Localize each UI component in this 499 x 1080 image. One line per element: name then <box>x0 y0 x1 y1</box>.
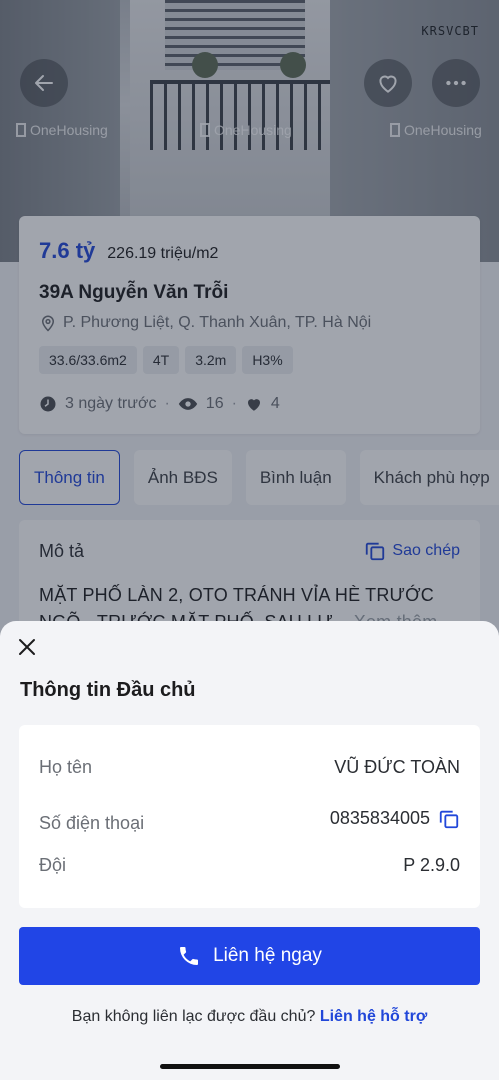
contact-now-label: Liên hệ ngay <box>213 945 322 966</box>
home-indicator[interactable] <box>160 1064 340 1069</box>
support-link[interactable]: Liên hệ hỗ trợ <box>320 1008 427 1025</box>
phone-value-group: 0835834005 <box>330 808 460 830</box>
support-text: Bạn không liên lạc được đầu chủ? <box>71 1008 316 1025</box>
phone-value: 0835834005 <box>329 808 430 828</box>
owner-info-card: Họ tên VŨ ĐỨC TOÀN Số điện thoại 0835834… <box>19 725 480 908</box>
phone-icon <box>180 947 199 965</box>
phone-row: Số điện thoại 0835834005 <box>39 803 460 834</box>
sheet-title: Thông tin Đầu chủ <box>20 679 196 701</box>
close-icon[interactable] <box>17 637 37 657</box>
team-row: Đội P 2.9.0 <box>39 855 460 876</box>
team-label: Đội <box>39 855 67 875</box>
owner-name-value: VŨ ĐỨC TOÀN <box>334 757 460 777</box>
phone-label: Số điện thoại <box>39 813 145 833</box>
copy-icon[interactable] <box>438 808 460 830</box>
owner-name-label: Họ tên <box>39 757 93 777</box>
contact-now-button[interactable]: Liên hệ ngay <box>19 927 480 985</box>
support-line: Bạn không liên lạc được đầu chủ? Liên hệ… <box>0 1008 499 1026</box>
team-value: P 2.9.0 <box>403 855 460 875</box>
owner-info-sheet: Thông tin Đầu chủ Họ tên VŨ ĐỨC TOÀN Số … <box>0 621 499 1080</box>
owner-name-row: Họ tên VŨ ĐỨC TOÀN <box>39 757 460 778</box>
